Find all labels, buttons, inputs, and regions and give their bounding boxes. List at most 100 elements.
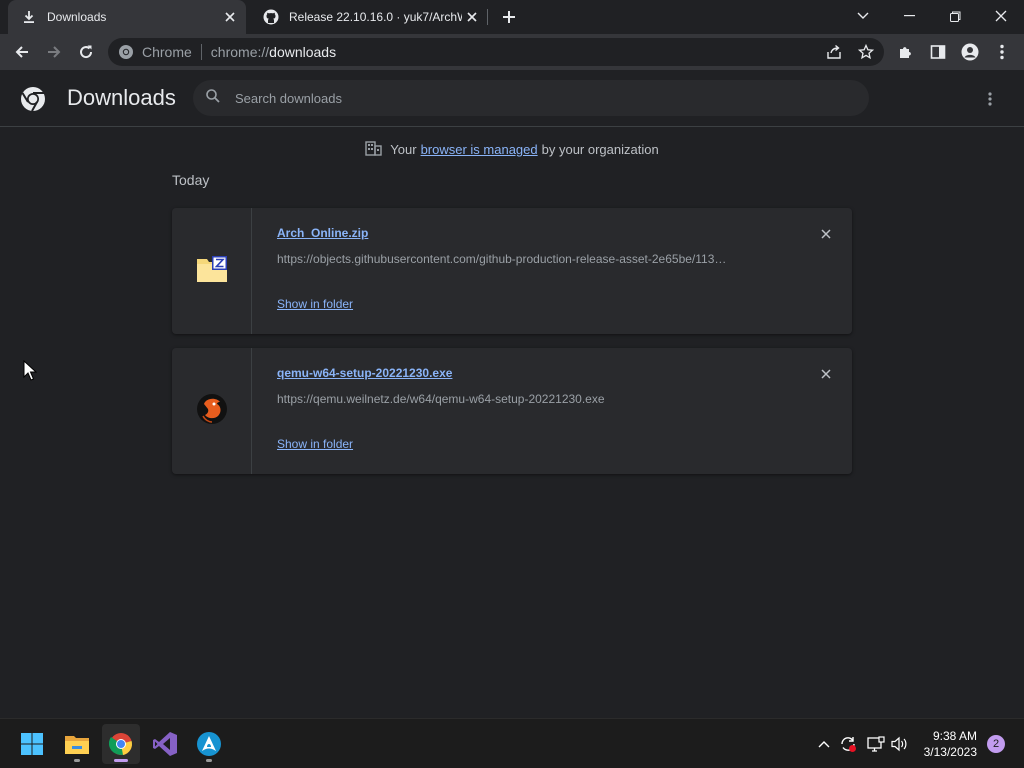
download-source-url: https://objects.githubusercontent.com/gi… — [277, 252, 727, 266]
profile-button[interactable] — [956, 38, 984, 66]
tab-title: Release 22.10.16.0 · yuk7/ArchWSL — [289, 10, 462, 24]
restore-button[interactable] — [932, 0, 978, 32]
site-chip-label: Chrome — [142, 44, 192, 60]
show-hidden-icons-button[interactable] — [814, 734, 834, 754]
show-in-folder-link[interactable]: Show in folder — [277, 437, 353, 451]
chip-separator — [200, 44, 202, 60]
taskbar-arch[interactable] — [190, 724, 228, 764]
download-filename-link[interactable]: qemu-w64-setup-20221230.exe — [277, 366, 452, 380]
browser-toolbar: Chrome chrome://downloads — [0, 34, 1024, 70]
download-item: Arch_Online.zip https://objects.githubus… — [172, 208, 852, 334]
remove-download-button[interactable] — [818, 226, 834, 242]
browser-managed-link[interactable]: browser is managed — [421, 142, 538, 157]
downloads-page: Downloads Your browser is managed by you… — [0, 70, 1024, 718]
managed-prefix: Your — [390, 142, 417, 157]
search-icon — [205, 88, 221, 109]
minimize-button[interactable] — [886, 0, 932, 32]
site-info-chip[interactable]: Chrome — [118, 44, 192, 60]
side-panel-icon — [930, 45, 946, 59]
downloads-menu-button[interactable] — [980, 88, 1000, 110]
tab-downloads[interactable]: Downloads — [8, 0, 246, 34]
network-icon — [867, 736, 885, 752]
reload-icon — [80, 45, 93, 59]
building-icon — [365, 140, 382, 159]
date-section-header: Today — [172, 172, 210, 188]
chevron-up-icon — [818, 741, 830, 748]
kebab-menu-icon — [988, 92, 992, 106]
network-tray-button[interactable] — [866, 734, 886, 754]
forward-button[interactable] — [40, 38, 68, 66]
taskbar-visual-studio[interactable] — [146, 724, 184, 764]
arrow-left-icon — [15, 46, 28, 58]
chrome-icon — [109, 733, 132, 755]
notification-badge[interactable]: 2 — [987, 735, 1005, 753]
share-icon — [827, 44, 841, 59]
tab-search-button[interactable] — [840, 0, 886, 32]
avatar-icon — [961, 43, 979, 61]
search-input[interactable] — [235, 90, 795, 106]
download-icon — [21, 9, 37, 25]
running-indicator — [206, 759, 212, 762]
address-bar[interactable]: Chrome chrome://downloads — [108, 38, 884, 66]
visual-studio-icon — [153, 732, 177, 756]
extensions-button[interactable] — [892, 38, 920, 66]
new-tab-button[interactable] — [498, 6, 520, 28]
sync-tray-button[interactable] — [838, 734, 858, 754]
reload-button[interactable] — [72, 38, 100, 66]
arch-icon — [197, 732, 221, 756]
taskbar-file-explorer[interactable] — [58, 724, 96, 764]
file-icon-column — [172, 208, 252, 334]
chevron-down-icon — [857, 12, 869, 19]
close-icon — [821, 229, 831, 239]
managed-notice: Your browser is managed by your organiza… — [0, 140, 1024, 159]
file-icon-column — [172, 348, 252, 474]
search-box[interactable] — [193, 80, 869, 116]
clock-date: 3/13/2023 — [923, 745, 977, 759]
mouse-cursor-icon — [23, 359, 38, 386]
back-button[interactable] — [8, 38, 36, 66]
zip-file-icon — [196, 255, 228, 288]
start-icon — [21, 733, 43, 755]
volume-tray-button[interactable] — [890, 734, 910, 754]
running-indicator — [114, 759, 128, 762]
restore-icon — [949, 11, 960, 22]
page-title: Downloads — [67, 85, 176, 110]
tab-separator — [487, 9, 488, 25]
arrow-right-icon — [48, 46, 61, 58]
downloads-header: Downloads — [0, 70, 1024, 127]
tab-close-button[interactable] — [220, 7, 240, 27]
side-panel-button[interactable] — [924, 38, 952, 66]
volume-icon — [891, 736, 907, 752]
chrome-menu-button[interactable] — [988, 38, 1016, 66]
download-filename-link[interactable]: Arch_Online.zip — [277, 226, 368, 240]
running-indicator — [74, 759, 80, 762]
bookmark-button[interactable] — [854, 42, 878, 62]
plus-icon — [503, 11, 515, 23]
url-scheme: chrome:// — [210, 44, 270, 60]
system-clock[interactable]: 9:38 AM 3/13/2023 — [915, 728, 977, 760]
minimize-icon — [903, 15, 915, 17]
sync-icon — [841, 737, 856, 752]
tab-close-button[interactable] — [462, 7, 482, 27]
close-icon — [467, 12, 477, 22]
tab-title: Downloads — [47, 10, 107, 24]
download-source-url: https://qemu.weilnetz.de/w64/qemu-w64-se… — [277, 392, 605, 406]
show-in-folder-link[interactable]: Show in folder — [277, 297, 353, 311]
close-icon — [821, 369, 831, 379]
windows-taskbar: 9:38 AM 3/13/2023 2 — [0, 718, 1024, 768]
close-icon — [995, 10, 1007, 22]
file-explorer-icon — [65, 736, 89, 754]
start-button[interactable] — [13, 724, 51, 764]
chrome-logo-icon — [20, 86, 46, 112]
download-item: qemu-w64-setup-20221230.exe https://qemu… — [172, 348, 852, 474]
managed-suffix: by your organization — [541, 142, 659, 157]
remove-download-button[interactable] — [818, 366, 834, 382]
taskbar-chrome[interactable] — [102, 724, 140, 764]
tab-github-release[interactable]: Release 22.10.16.0 · yuk7/ArchWSL — [250, 0, 488, 34]
url-text: chrome://downloads — [211, 44, 336, 60]
qemu-icon — [195, 392, 229, 431]
clock-time: 9:38 AM — [932, 729, 977, 743]
share-button[interactable] — [822, 42, 846, 62]
star-icon — [858, 44, 874, 60]
close-window-button[interactable] — [978, 0, 1024, 32]
